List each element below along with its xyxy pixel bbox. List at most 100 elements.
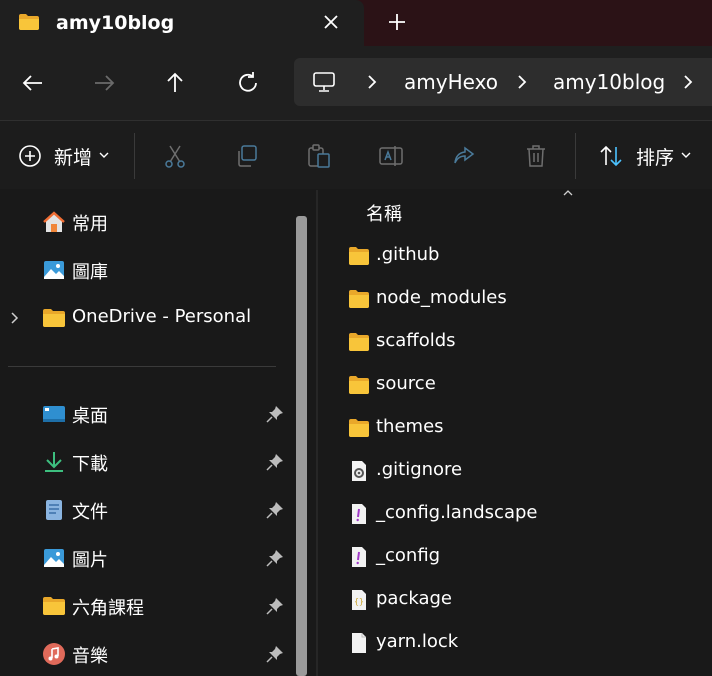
folder-icon (43, 597, 65, 615)
file-name: package (376, 588, 452, 609)
sidebar-item-desktop[interactable]: 桌面 (0, 394, 300, 434)
sort-icon[interactable] (598, 143, 624, 169)
folder-icon (19, 14, 39, 30)
sidebar-item-label: 圖片 (72, 550, 108, 571)
arrow-up-icon[interactable] (162, 70, 188, 96)
chevron-down-icon[interactable] (681, 151, 691, 159)
list-item[interactable]: {} package (318, 580, 712, 623)
chevron-right-icon[interactable] (10, 311, 20, 325)
list-item[interactable]: scaffolds (318, 322, 712, 365)
desktop-icon (43, 406, 65, 422)
file-name: .github (376, 244, 440, 265)
list-item[interactable]: _config (318, 537, 712, 580)
close-icon[interactable] (320, 11, 342, 33)
navigation-pane: 常用 圖庫 OneDrive - Personal 桌面 下載 文件 圖片 六角… (0, 190, 300, 676)
arrow-left-icon[interactable] (20, 70, 46, 96)
computer-icon (313, 72, 335, 92)
file-icon (352, 633, 366, 653)
sidebar-item-label: 六角課程 (72, 598, 144, 619)
share-icon[interactable] (451, 143, 477, 169)
pin-icon[interactable] (266, 645, 284, 663)
pin-icon[interactable] (266, 453, 284, 471)
sidebar-item-gallery[interactable]: 圖庫 (0, 250, 300, 290)
pin-icon[interactable] (266, 501, 284, 519)
plus-icon[interactable] (386, 11, 408, 33)
address-bar[interactable]: amyHexo amy10blog (294, 58, 712, 106)
sidebar-item-documents[interactable]: 文件 (0, 490, 300, 530)
folder-icon (349, 419, 369, 437)
yaml-file-icon (352, 504, 366, 524)
command-bar: 新增 排序 (0, 121, 712, 189)
sidebar-item-label: 圖庫 (72, 262, 108, 283)
list-item[interactable]: themes (318, 408, 712, 451)
copy-icon[interactable] (234, 143, 260, 169)
sidebar-item-label: 文件 (72, 502, 108, 523)
breadcrumb-amy10blog[interactable]: amy10blog (553, 70, 665, 94)
sidebar-item-pictures[interactable]: 圖片 (0, 538, 300, 578)
column-header-name[interactable]: 名稱 (366, 200, 402, 226)
file-name: _config (376, 545, 441, 566)
download-icon (45, 452, 63, 472)
sidebar-item-home[interactable]: 常用 (0, 202, 300, 242)
settings-file-icon (352, 461, 366, 481)
document-icon (46, 500, 62, 520)
folder-icon (349, 290, 369, 308)
delete-icon[interactable] (523, 143, 549, 169)
picture-icon (44, 549, 64, 567)
folder-icon (349, 333, 369, 351)
pin-icon[interactable] (266, 597, 284, 615)
paste-icon[interactable] (306, 143, 332, 169)
tab-amy10blog[interactable]: amy10blog (0, 0, 364, 46)
cut-icon[interactable] (162, 143, 188, 169)
home-icon (43, 211, 65, 232)
new-button[interactable]: 新增 (54, 143, 92, 170)
file-name: source (376, 373, 436, 394)
list-item[interactable]: .github (318, 236, 712, 279)
list-item[interactable]: node_modules (318, 279, 712, 322)
refresh-icon[interactable] (235, 70, 261, 96)
sidebar-item-course[interactable]: 六角課程 (0, 586, 300, 626)
chevron-right-icon[interactable] (682, 73, 694, 91)
sidebar-item-label: 下載 (72, 454, 108, 475)
arrow-right-icon[interactable] (91, 70, 117, 96)
pin-icon[interactable] (266, 405, 284, 423)
toolbar-divider (134, 133, 135, 179)
sidebar-item-label: 桌面 (72, 406, 108, 427)
chevron-right-icon[interactable] (516, 73, 528, 91)
navigation-bar: amyHexo amy10blog (0, 46, 712, 120)
gallery-icon (44, 261, 64, 279)
list-item[interactable]: _config.landscape (318, 494, 712, 537)
folder-icon (43, 309, 65, 327)
rename-icon[interactable] (378, 143, 404, 169)
folder-icon (349, 376, 369, 394)
folder-icon (349, 247, 369, 265)
file-name: scaffolds (376, 330, 456, 351)
breadcrumb-amyhexo[interactable]: amyHexo (404, 70, 498, 94)
sidebar-item-label: 常用 (72, 214, 108, 235)
json-file-icon: {} (352, 590, 366, 610)
file-name: yarn.lock (376, 631, 459, 652)
toolbar-divider (575, 133, 576, 179)
sidebar-scrollbar[interactable] (296, 216, 307, 676)
sidebar-divider (8, 366, 276, 367)
chevron-right-icon[interactable] (366, 73, 378, 91)
sort-button[interactable]: 排序 (636, 143, 674, 170)
chevron-down-icon[interactable] (99, 151, 109, 159)
tab-title: amy10blog (56, 12, 175, 34)
pin-icon[interactable] (266, 549, 284, 567)
list-item[interactable]: yarn.lock (318, 623, 712, 666)
list-item[interactable]: source (318, 365, 712, 408)
title-bar: amy10blog (0, 0, 712, 46)
sort-ascending-icon (563, 190, 573, 196)
sidebar-item-label: 音樂 (72, 646, 108, 667)
file-name: _config.landscape (376, 502, 538, 523)
list-item[interactable]: .gitignore (318, 451, 712, 494)
svg-text:{}: {} (354, 597, 364, 606)
sidebar-item-onedrive[interactable]: OneDrive - Personal (0, 298, 300, 338)
file-list: 名稱 .github node_modules scaffolds source (318, 190, 712, 676)
plus-circle-icon[interactable] (17, 143, 43, 169)
sidebar-item-music[interactable]: 音樂 (0, 634, 300, 674)
music-icon (43, 643, 65, 665)
sidebar-item-label: OneDrive - Personal (72, 306, 252, 327)
sidebar-item-downloads[interactable]: 下載 (0, 442, 300, 482)
